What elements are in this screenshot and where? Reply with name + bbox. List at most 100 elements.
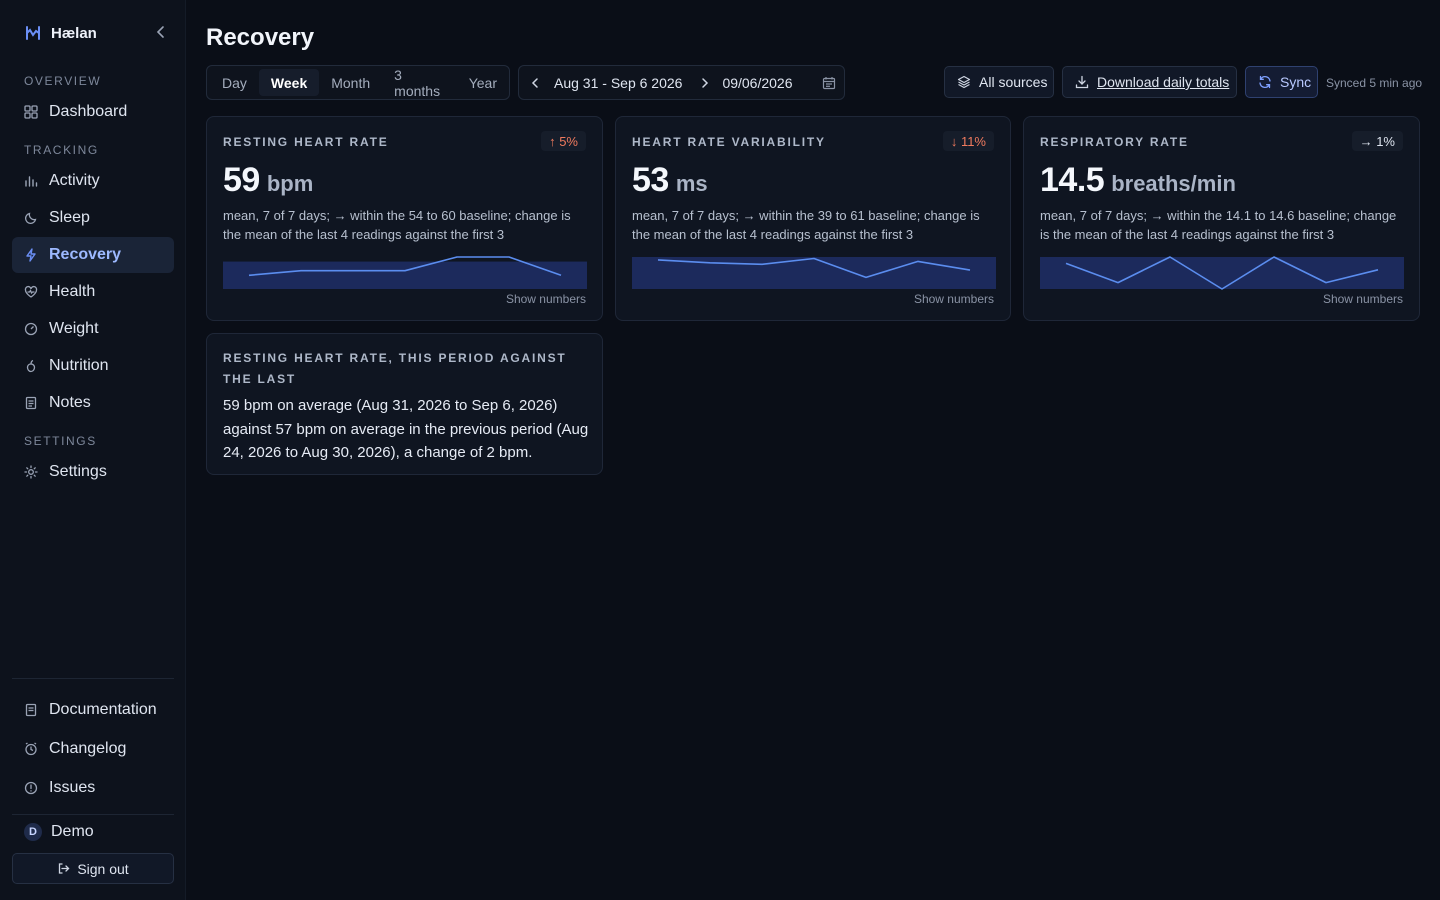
download-daily-totals-button[interactable]: Download daily totals — [1062, 66, 1237, 98]
chevron-right-icon[interactable] — [699, 77, 711, 89]
comparison-card: Resting heart rate, this period against … — [206, 333, 603, 475]
sidebar-item-documentation[interactable]: Documentation — [12, 692, 174, 728]
sidebar-item-settings[interactable]: Settings — [12, 454, 174, 490]
sidebar-item-notes[interactable]: Notes — [12, 385, 174, 421]
sidebar-item-changelog[interactable]: Changelog — [12, 731, 174, 767]
sidebar-item-label: Issues — [49, 779, 96, 796]
refresh-icon — [1259, 75, 1271, 89]
metric-description: mean, 7 of 7 days; → within the 14.1 to … — [1040, 208, 1397, 242]
lightning-icon — [24, 248, 38, 262]
sidebar-item-label: Weight — [49, 320, 99, 337]
user-row[interactable]: D Demo — [24, 823, 94, 841]
gauge-icon — [24, 322, 38, 336]
sync-button[interactable]: Sync — [1245, 66, 1318, 98]
sign-out-button[interactable]: Sign out — [12, 853, 174, 884]
sidebar-item-health[interactable]: Health — [12, 274, 174, 310]
sidebar-item-issues[interactable]: Issues — [12, 770, 174, 806]
sidebar-item-label: Nutrition — [49, 357, 109, 374]
sidebar-item-label: Dashboard — [49, 103, 128, 120]
sidebar-item-label: Health — [49, 283, 96, 300]
period-selector: Day Week Month 3 months Year — [206, 65, 510, 100]
section-label-tracking: Tracking — [24, 143, 99, 157]
metric-number: 14.5 — [1040, 161, 1105, 199]
sidebar-item-label: Changelog — [49, 740, 127, 757]
date-input[interactable]: 09/06/2026 — [722, 75, 820, 91]
bar-chart-icon — [24, 174, 38, 188]
sidebar-divider — [12, 814, 174, 815]
metric-card-resting-heart-rate: Resting heart rate ↑ 5% 59 bpm mean, 7 o… — [206, 116, 603, 321]
period-option-day[interactable]: Day — [210, 69, 259, 96]
change-badge: → 1% — [1351, 131, 1403, 151]
date-range-picker: Aug 31 - Sep 6 2026 09/06/2026 — [518, 65, 845, 100]
show-numbers-link[interactable]: Show numbers — [506, 292, 586, 306]
period-option-month[interactable]: Month — [319, 69, 382, 96]
calendar-icon[interactable] — [822, 76, 836, 90]
change-badge: ↓ 11% — [942, 131, 994, 151]
change-badge: ↑ 5% — [541, 131, 586, 151]
sync-label: Sync — [1280, 74, 1312, 90]
metric-unit: breaths/min — [1111, 171, 1236, 196]
grid-icon — [24, 105, 38, 119]
metric-card-heart-rate-variability: Heart rate variability ↓ 11% 53 ms mean,… — [615, 116, 1011, 321]
heart-pulse-icon — [24, 285, 38, 299]
sidebar-item-label: Notes — [49, 394, 91, 411]
sidebar-item-label: Activity — [49, 172, 100, 189]
sidebar-item-sleep[interactable]: Sleep — [12, 200, 174, 236]
card-title: Resting heart rate — [223, 135, 389, 149]
sidebar-item-weight[interactable]: Weight — [12, 311, 174, 347]
sidebar: Hælan Overview Dashboard Tracking Activi… — [0, 0, 186, 900]
apple-icon — [24, 359, 38, 373]
moon-icon — [24, 211, 38, 225]
metric-description: mean, 7 of 7 days; → within the 39 to 61… — [632, 208, 980, 242]
synced-status: Synced 5 min ago — [1326, 76, 1423, 90]
sidebar-item-activity[interactable]: Activity — [12, 163, 174, 199]
sidebar-item-dashboard[interactable]: Dashboard — [12, 94, 174, 130]
metric-unit: bpm — [266, 171, 314, 196]
metric-value: 53 ms — [632, 161, 708, 200]
comparison-text: 59 bpm on average (Aug 31, 2026 to Sep 6… — [223, 397, 589, 461]
clock-icon — [24, 742, 38, 756]
page-title: Recovery — [206, 24, 315, 51]
all-sources-button[interactable]: All sources — [944, 66, 1054, 98]
sun-gear-icon — [24, 465, 38, 479]
sidebar-item-label: Sleep — [49, 209, 90, 226]
metric-value: 14.5 breaths/min — [1040, 161, 1236, 200]
period-option-week[interactable]: Week — [258, 69, 320, 96]
date-range-label: Aug 31 - Sep 6 2026 — [554, 74, 683, 91]
collapse-sidebar-icon[interactable] — [154, 24, 168, 40]
metric-value: 59 bpm — [223, 161, 313, 200]
document-icon — [24, 703, 38, 717]
sidebar-item-recovery[interactable]: Recovery — [12, 237, 174, 273]
avatar: D — [24, 823, 42, 841]
sidebar-divider — [12, 678, 174, 679]
card-title: Heart rate variability — [632, 135, 826, 149]
period-option-3-months[interactable]: 3 months — [382, 67, 457, 99]
logout-icon — [59, 863, 70, 874]
alert-circle-icon — [24, 781, 38, 795]
chevron-left-icon[interactable] — [529, 77, 541, 89]
show-numbers-link[interactable]: Show numbers — [914, 292, 994, 306]
metric-description: mean, 7 of 7 days; → within the 54 to 60… — [223, 208, 571, 242]
comparison-title: Resting heart rate, this period against … — [223, 351, 567, 386]
metric-number: 53 — [632, 161, 669, 199]
sidebar-item-label: Documentation — [49, 701, 157, 718]
download-label: Download daily totals — [1097, 74, 1230, 90]
metric-card-respiratory-rate: Respiratory rate → 1% 14.5 breaths/min m… — [1023, 116, 1420, 321]
section-label-overview: Overview — [24, 74, 102, 88]
sparkline-chart — [632, 257, 996, 289]
section-label-settings: Settings — [24, 434, 97, 448]
metric-unit: ms — [675, 171, 708, 196]
sidebar-item-label: Settings — [49, 463, 107, 480]
sparkline-chart — [223, 256, 587, 289]
user-name: Demo — [51, 823, 94, 840]
sign-out-label: Sign out — [77, 860, 129, 877]
sidebar-item-label: Recovery — [49, 246, 122, 263]
period-option-year[interactable]: Year — [457, 69, 509, 96]
download-icon — [1075, 75, 1089, 89]
sparkline-chart — [1040, 256, 1404, 290]
sidebar-item-nutrition[interactable]: Nutrition — [12, 348, 174, 384]
metric-number: 59 — [223, 161, 260, 199]
logo-icon — [26, 26, 40, 40]
show-numbers-link[interactable]: Show numbers — [1323, 292, 1403, 306]
brand[interactable]: Hælan — [24, 22, 97, 44]
